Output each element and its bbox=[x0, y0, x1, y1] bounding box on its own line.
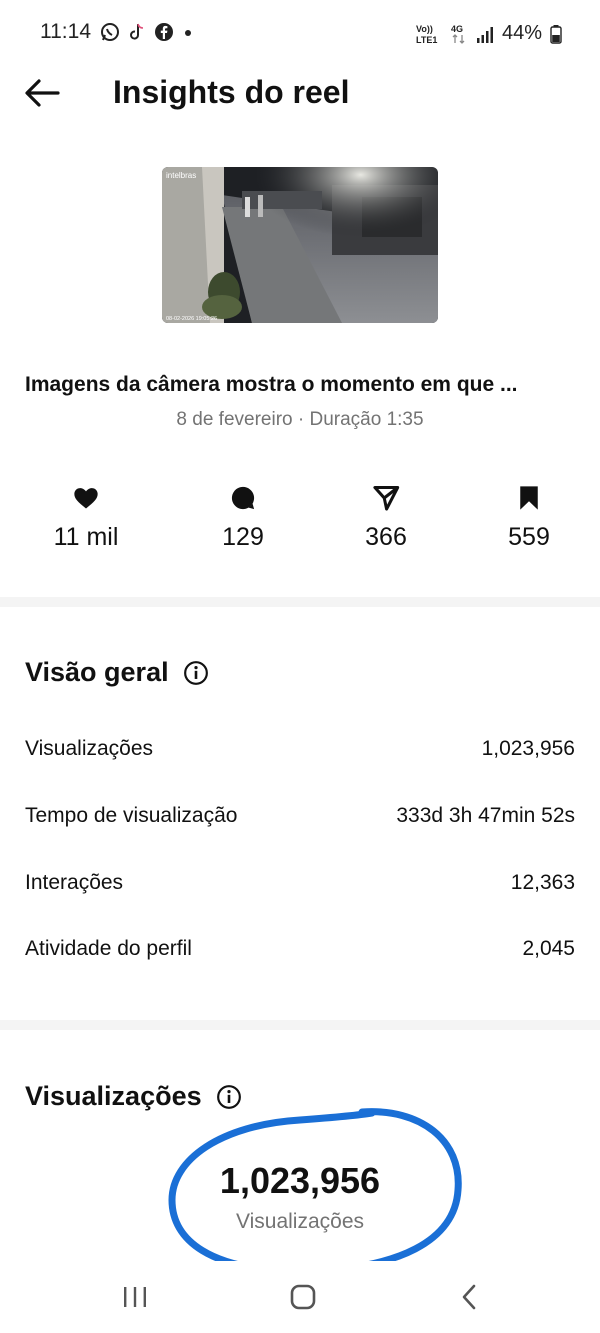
battery-icon bbox=[550, 24, 562, 44]
views-section-title-text: Visualizações bbox=[25, 1081, 202, 1111]
overview-title: Visão geral bbox=[25, 657, 209, 688]
row-value: 333d 3h 47min 52s bbox=[396, 804, 575, 827]
status-time: 11:14 bbox=[40, 20, 91, 43]
network-4g-icon: 4G bbox=[451, 24, 465, 44]
row-label: Tempo de visualização bbox=[25, 804, 238, 827]
system-nav-bar bbox=[0, 1261, 600, 1333]
shares-count: 366 bbox=[365, 523, 407, 551]
section-divider bbox=[0, 1020, 600, 1030]
reel-stats: 11 mil 129 366 559 bbox=[0, 484, 600, 564]
signal-icon bbox=[476, 26, 493, 43]
home-icon bbox=[290, 1284, 316, 1310]
volte-icon: Vo))LTE1 bbox=[416, 24, 437, 45]
comments-count: 129 bbox=[222, 523, 264, 551]
overview-row-views[interactable]: Visualizações 1,023,956 bbox=[25, 737, 575, 761]
home-button[interactable] bbox=[273, 1275, 333, 1319]
row-label: Interações bbox=[25, 871, 124, 894]
app-header: Insights do reel bbox=[0, 64, 600, 124]
row-label: Visualizações bbox=[25, 737, 154, 760]
reel-caption: Imagens da câmera mostra o momento em qu… bbox=[25, 373, 518, 396]
tiktok-icon bbox=[130, 23, 144, 40]
svg-text:Vo)): Vo)) bbox=[416, 24, 433, 34]
comment-icon bbox=[231, 486, 255, 510]
whatsapp-icon bbox=[101, 23, 119, 41]
notification-icons bbox=[100, 22, 195, 42]
status-bar: 11:14 Vo)) LTE1 4G 44% bbox=[0, 0, 600, 64]
arrow-left-icon bbox=[25, 79, 60, 107]
stat-saves: 559 bbox=[469, 484, 589, 552]
battery-percent: 44% bbox=[501, 22, 542, 44]
stat-comments: 129 bbox=[183, 484, 303, 552]
reel-thumbnail-image: intelbras 08-02-2026 19:05:26 bbox=[162, 167, 438, 323]
thumbnail-watermark: intelbras bbox=[166, 171, 196, 180]
nav-back-button[interactable] bbox=[440, 1275, 500, 1319]
row-value: 1,023,956 bbox=[481, 737, 575, 760]
overview-title-text: Visão geral bbox=[25, 657, 169, 687]
recents-button[interactable] bbox=[105, 1275, 165, 1319]
overview-row-watch-time[interactable]: Tempo de visualização 333d 3h 47min 52s bbox=[25, 804, 575, 828]
share-icon bbox=[373, 485, 400, 511]
section-divider bbox=[0, 597, 600, 607]
reel-thumbnail[interactable]: intelbras 08-02-2026 19:05:26 bbox=[162, 167, 438, 323]
heart-icon bbox=[74, 488, 98, 509]
notification-dot-icon bbox=[185, 30, 191, 36]
likes-count: 11 mil bbox=[53, 523, 119, 551]
system-icons: Vo)) LTE1 4G 44% bbox=[416, 22, 562, 45]
svg-text:LTE1: LTE1 bbox=[416, 35, 437, 45]
svg-text:4G: 4G bbox=[451, 24, 463, 34]
info-icon[interactable] bbox=[216, 1084, 242, 1110]
bookmark-icon bbox=[520, 486, 538, 510]
row-label: Atividade do perfil bbox=[25, 937, 192, 960]
overview-row-profile-activity[interactable]: Atividade do perfil 2,045 bbox=[25, 937, 575, 961]
reel-meta: 8 de fevereiro · Duração 1:35 bbox=[176, 409, 424, 430]
stat-shares: 366 bbox=[326, 484, 446, 552]
info-icon[interactable] bbox=[183, 660, 209, 686]
facebook-icon bbox=[155, 23, 173, 41]
views-section-title: Visualizações bbox=[25, 1081, 242, 1112]
row-value: 2,045 bbox=[522, 937, 575, 960]
thumbnail-timestamp: 08-02-2026 19:05:26 bbox=[166, 316, 217, 322]
views-total-label: Visualizações bbox=[235, 1210, 365, 1233]
recents-icon bbox=[124, 1287, 146, 1307]
back-button[interactable] bbox=[22, 76, 66, 112]
saves-count: 559 bbox=[508, 523, 550, 551]
page-title: Insights do reel bbox=[113, 74, 350, 110]
row-value: 12,363 bbox=[510, 871, 575, 894]
back-chevron-icon bbox=[462, 1284, 476, 1310]
views-total: 1,023,956 bbox=[219, 1160, 381, 1201]
overview-row-interactions[interactable]: Interações 12,363 bbox=[25, 871, 575, 895]
stat-likes: 11 mil bbox=[26, 484, 146, 552]
